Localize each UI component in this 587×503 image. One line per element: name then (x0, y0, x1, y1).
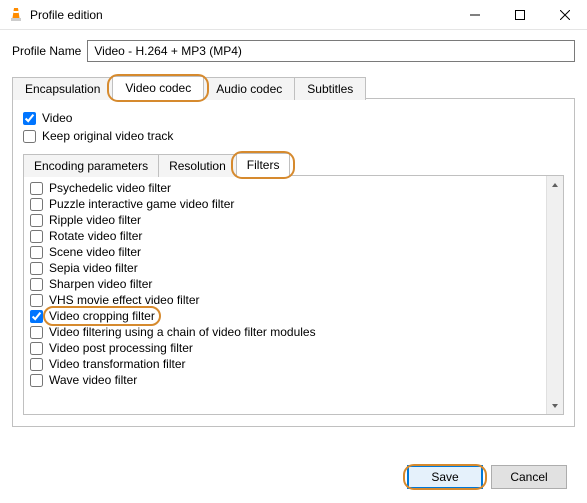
filter-item: Ripple video filter (30, 212, 540, 228)
scrollbar[interactable] (546, 176, 563, 414)
filter-checkbox[interactable] (30, 214, 43, 227)
video-codec-panel: Video Keep original video track Encoding… (12, 98, 575, 427)
filter-item: Sepia video filter (30, 260, 540, 276)
video-checkbox-label: Video (42, 111, 72, 125)
filter-checkbox[interactable] (30, 278, 43, 291)
filter-checkbox[interactable] (30, 310, 43, 323)
filter-label: Wave video filter (49, 373, 137, 387)
filter-checkbox[interactable] (30, 246, 43, 259)
keep-original-checkbox[interactable] (23, 130, 36, 143)
filters-panel: Psychedelic video filter Puzzle interacti… (23, 175, 564, 415)
filter-label: Scene video filter (49, 245, 141, 259)
video-checkbox[interactable] (23, 112, 36, 125)
subtab-encoding[interactable]: Encoding parameters (23, 154, 159, 177)
minimize-button[interactable] (452, 0, 497, 30)
filter-checkbox[interactable] (30, 198, 43, 211)
filter-label: VHS movie effect video filter (49, 293, 200, 307)
filter-item: Video post processing filter (30, 340, 540, 356)
app-icon (8, 7, 24, 23)
filter-item: Rotate video filter (30, 228, 540, 244)
profile-name-input[interactable] (87, 40, 575, 62)
filter-label: Sepia video filter (49, 261, 138, 275)
tab-subtitles[interactable]: Subtitles (294, 77, 366, 100)
filter-label: Video transformation filter (49, 357, 186, 371)
tab-video-codec[interactable]: Video codec (112, 76, 204, 99)
subtab-resolution[interactable]: Resolution (158, 154, 237, 177)
filter-label: Ripple video filter (49, 213, 141, 227)
cancel-button[interactable]: Cancel (491, 465, 567, 489)
titlebar: Profile edition (0, 0, 587, 30)
filter-item: Scene video filter (30, 244, 540, 260)
window-title: Profile edition (30, 8, 452, 22)
profile-name-label: Profile Name (12, 44, 81, 58)
main-tabs: Encapsulation Video codec Audio codec Su… (12, 76, 575, 99)
keep-original-label: Keep original video track (42, 129, 173, 143)
filter-checkbox[interactable] (30, 182, 43, 195)
filter-label: Video cropping filter (49, 309, 155, 323)
filter-checkbox[interactable] (30, 326, 43, 339)
tab-audio-codec[interactable]: Audio codec (203, 77, 295, 100)
filter-checkbox[interactable] (30, 294, 43, 307)
filter-item: Wave video filter (30, 372, 540, 388)
filter-item: VHS movie effect video filter (30, 292, 540, 308)
filter-label: Video post processing filter (49, 341, 193, 355)
filter-label: Psychedelic video filter (49, 181, 171, 195)
sub-tabs: Encoding parameters Resolution Filters (23, 153, 564, 176)
filter-checkbox[interactable] (30, 342, 43, 355)
subtab-filters[interactable]: Filters (236, 153, 291, 176)
filter-item: Puzzle interactive game video filter (30, 196, 540, 212)
filter-list: Psychedelic video filter Puzzle interacti… (24, 176, 546, 414)
scroll-up-icon[interactable] (547, 176, 563, 193)
save-button[interactable]: Save (407, 465, 483, 489)
filter-item: Psychedelic video filter (30, 180, 540, 196)
filter-label: Rotate video filter (49, 229, 142, 243)
scroll-down-icon[interactable] (547, 397, 563, 414)
close-button[interactable] (542, 0, 587, 30)
filter-checkbox[interactable] (30, 230, 43, 243)
filter-label: Puzzle interactive game video filter (49, 197, 234, 211)
filter-label: Video filtering using a chain of video f… (49, 325, 316, 339)
tab-encapsulation[interactable]: Encapsulation (12, 77, 113, 100)
filter-item: Video transformation filter (30, 356, 540, 372)
filter-item: Video cropping filter (30, 308, 540, 324)
filter-item: Video filtering using a chain of video f… (30, 324, 540, 340)
filter-checkbox[interactable] (30, 358, 43, 371)
filter-checkbox[interactable] (30, 374, 43, 387)
scroll-track[interactable] (547, 193, 563, 397)
filter-checkbox[interactable] (30, 262, 43, 275)
filter-label: Sharpen video filter (49, 277, 152, 291)
maximize-button[interactable] (497, 0, 542, 30)
filter-item: Sharpen video filter (30, 276, 540, 292)
